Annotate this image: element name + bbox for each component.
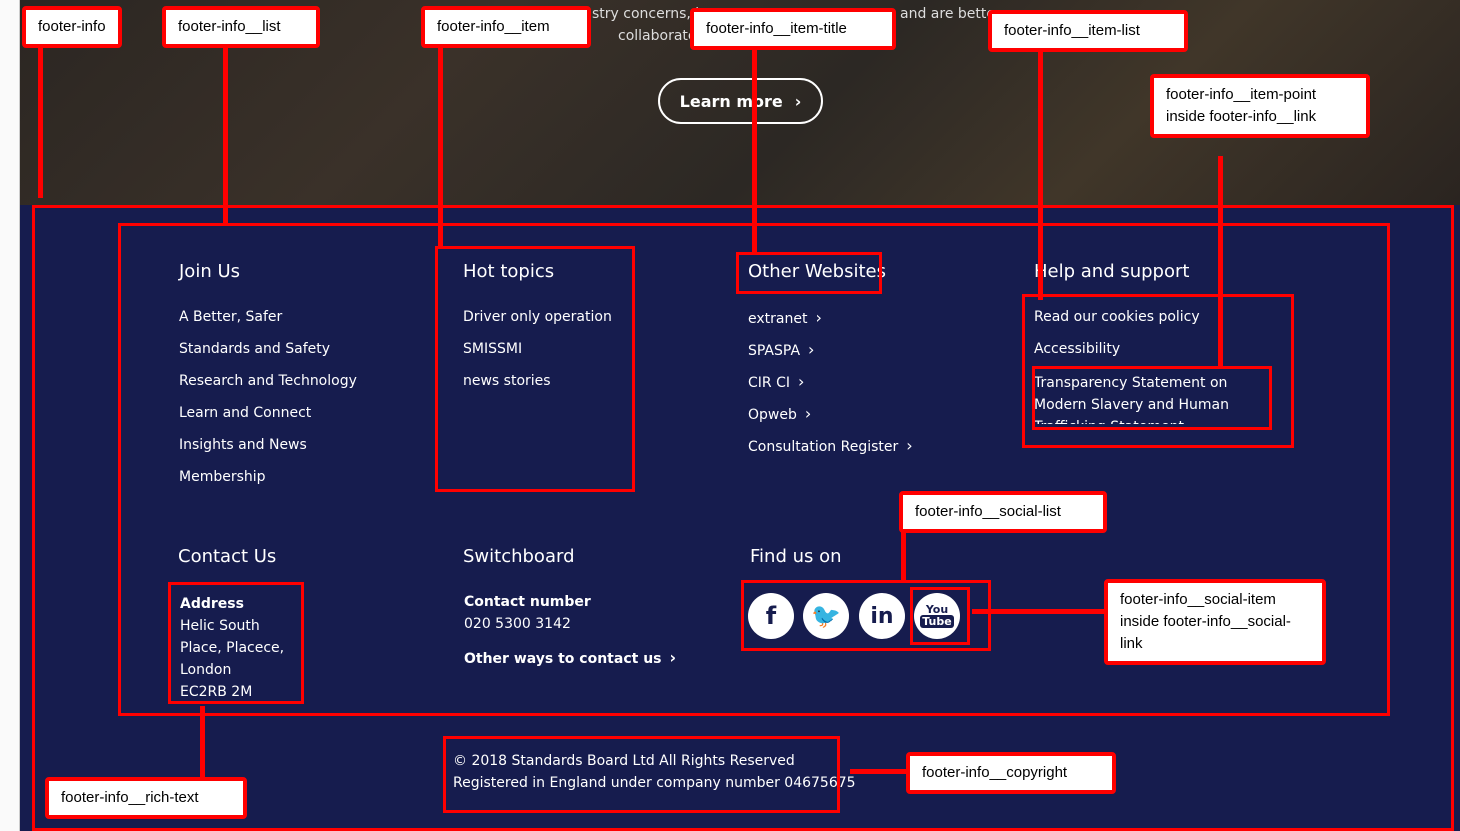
annotation-arrow — [752, 48, 757, 252]
annotation-label: footer-info__social-list — [899, 491, 1107, 533]
learn-more-button[interactable]: Learn more › — [658, 78, 823, 124]
annotation-arrow — [438, 48, 443, 248]
annotation-box — [736, 252, 882, 294]
hero-text: stry concerns, b — [592, 6, 705, 22]
chevron-right-icon: › — [794, 91, 802, 111]
annotation-label: footer-info__rich-text — [45, 777, 247, 819]
learn-more-label: Learn more — [679, 91, 783, 111]
annotation-arrow — [972, 609, 1106, 614]
annotation-label: footer-info — [22, 6, 122, 48]
annotation-arrow — [1218, 156, 1223, 366]
annotation-label: footer-info__item-list — [988, 10, 1188, 52]
annotation-arrow — [850, 769, 908, 774]
hero-text: and are better — [900, 6, 1001, 22]
annotation-box — [1032, 366, 1272, 430]
annotation-box — [443, 736, 840, 813]
annotation-label: footer-info__list — [162, 6, 320, 48]
hero-text: collaborate — [618, 28, 697, 44]
annotation-arrow — [38, 48, 43, 198]
annotation-arrow — [1038, 50, 1043, 300]
ruler — [0, 0, 20, 831]
annotation-arrow — [901, 530, 906, 582]
annotation-label: footer-info__item-title — [690, 8, 896, 50]
annotation-label: footer-info__copyright — [906, 752, 1116, 794]
annotation-label: footer-info__item — [421, 6, 591, 48]
annotation-label: footer-info__item-point inside footer-in… — [1150, 74, 1370, 138]
annotation-arrow — [200, 706, 205, 778]
annotation-box — [910, 587, 970, 645]
annotation-box — [168, 582, 304, 704]
annotation-box — [435, 246, 635, 492]
annotation-label: footer-info__social-item inside footer-i… — [1104, 579, 1326, 665]
annotation-arrow — [223, 48, 228, 223]
